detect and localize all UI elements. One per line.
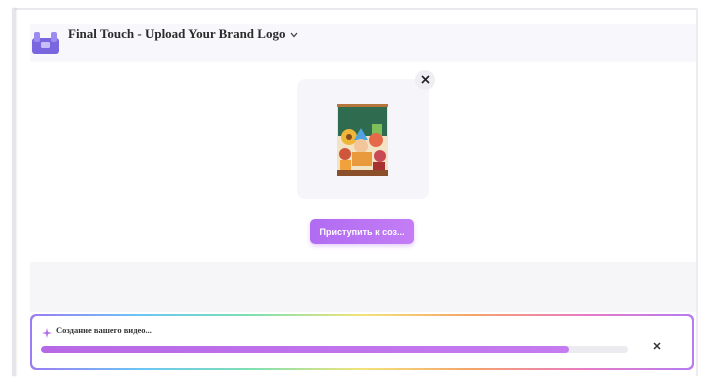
window-frame-right (696, 8, 698, 376)
sparkle-icon (42, 325, 52, 338)
video-progress-panel: Создание вашего видео... (30, 314, 694, 370)
page-title: Final Touch - Upload Your Brand Logo (68, 26, 286, 41)
start-creation-button[interactable]: Приступить к соз... (310, 219, 414, 244)
progress-status-text: Создание вашего видео... (56, 325, 152, 335)
brand-logo-icon (32, 32, 59, 54)
progress-panel-body: Создание вашего видео... (32, 316, 692, 368)
classroom-illustration-icon (337, 104, 388, 176)
section-divider (30, 262, 696, 312)
close-icon (653, 337, 661, 355)
header-bar: Final Touch - Upload Your Brand Logo (30, 24, 696, 62)
progress-bar-track (41, 346, 628, 353)
chevron-down-icon[interactable] (290, 25, 298, 43)
cancel-progress-button[interactable] (647, 336, 667, 356)
remove-logo-button[interactable] (415, 70, 435, 90)
close-icon (420, 71, 430, 89)
window-frame-top (12, 8, 697, 10)
window-frame-left (12, 8, 15, 376)
progress-bar-fill (41, 346, 570, 353)
progress-label-row: Создание вашего видео... (42, 325, 152, 338)
